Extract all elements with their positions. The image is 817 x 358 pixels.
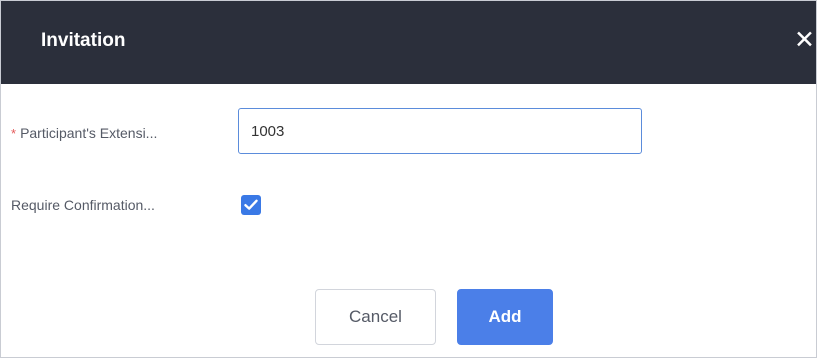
dialog-title: Invitation bbox=[41, 30, 126, 51]
participant-extension-row: * Participant's Extensi... bbox=[1, 108, 816, 158]
participant-extension-label: * Participant's Extensi... bbox=[11, 124, 157, 143]
require-confirmation-row: Require Confirmation... bbox=[1, 191, 816, 221]
invitation-dialog: Invitation ✕ *Participant's Extensi... R… bbox=[0, 0, 817, 358]
require-confirmation-checkbox[interactable] bbox=[241, 195, 261, 215]
close-icon[interactable]: ✕ bbox=[794, 21, 816, 59]
add-button[interactable]: Add bbox=[457, 289, 553, 345]
required-mark: * bbox=[11, 126, 17, 141]
cancel-button[interactable]: Cancel bbox=[315, 289, 436, 345]
participant-extension-input[interactable] bbox=[238, 108, 642, 154]
participant-extension-label-text: Participant's Extensi... bbox=[20, 125, 158, 141]
dialog-header: Invitation ✕ bbox=[1, 1, 816, 84]
require-confirmation-label: Require Confirmation... bbox=[11, 197, 155, 213]
checkmark-icon bbox=[244, 199, 258, 210]
